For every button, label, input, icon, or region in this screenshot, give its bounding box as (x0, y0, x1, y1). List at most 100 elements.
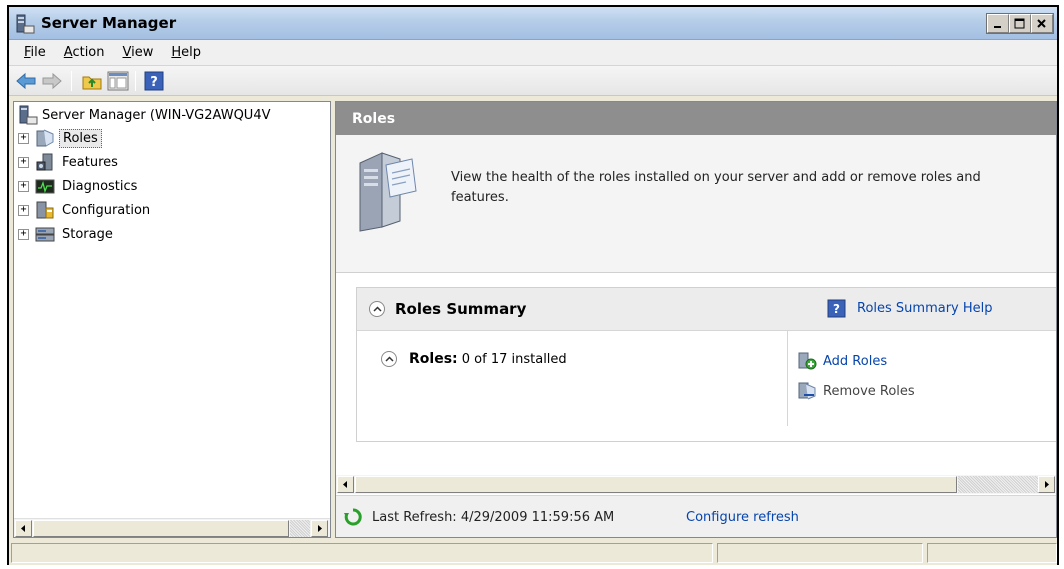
title-bar[interactable]: Server Manager (9, 7, 1057, 40)
menu-help-label: elp (181, 45, 202, 60)
server-icon (19, 105, 38, 125)
tree-root[interactable]: Server Manager (WIN-VG2AWQU4V (18, 105, 326, 125)
tree-horizontal-scrollbar[interactable] (14, 518, 330, 537)
expand-button[interactable]: + (18, 132, 29, 144)
roles-summary-title: Roles Summary (395, 300, 527, 318)
back-arrow-icon[interactable] (15, 71, 37, 91)
menu-action[interactable]: Action (55, 43, 114, 62)
menu-file[interactable]: File (15, 43, 55, 62)
tree-item-label: Features (62, 154, 118, 170)
tree-item-diagnostics[interactable]: + Diagnostics (18, 174, 140, 198)
toolbar-separator (135, 71, 136, 91)
refresh-icon[interactable] (344, 508, 362, 526)
minimize-icon (994, 26, 1001, 28)
last-refresh-text: Last Refresh: 4/29/2009 11:59:56 AM (372, 510, 615, 525)
svg-text:?: ? (150, 75, 158, 90)
scroll-thumb[interactable] (33, 520, 289, 537)
add-roles-label: Add Roles (823, 353, 888, 369)
scroll-left-icon (21, 525, 25, 532)
menu-help[interactable]: Help (162, 43, 210, 62)
roles-status-row: Roles: 0 of 17 installed Add Roles Remov… (357, 331, 1056, 426)
tree-item-label: Storage (62, 226, 113, 242)
collapse-roles-summary-button[interactable] (369, 301, 385, 317)
content-horizontal-scrollbar[interactable] (336, 475, 1056, 494)
expand-button[interactable]: + (18, 228, 29, 240)
menu-action-label: ction (72, 45, 105, 60)
refresh-bar: Last Refresh: 4/29/2009 11:59:56 AM Conf… (336, 495, 1056, 537)
features-icon (36, 153, 53, 171)
scroll-thumb[interactable] (355, 476, 957, 493)
menu-view[interactable]: View (114, 43, 163, 62)
scroll-right-icon (1045, 481, 1049, 488)
server-manager-app-icon (16, 14, 35, 34)
expand-button[interactable]: + (18, 204, 29, 216)
roles-summary-help-link[interactable]: Roles Summary Help (857, 301, 993, 316)
roles-count-value: 0 of 17 installed (461, 352, 567, 367)
roles-label: Roles: (409, 351, 458, 367)
intro-panel: View the health of the roles installed o… (336, 135, 1056, 273)
add-roles-icon (798, 352, 817, 370)
svg-text:?: ? (833, 302, 840, 316)
menu-bar: File Action View Help (9, 40, 1057, 66)
tree-item-label: Configuration (62, 202, 151, 218)
caption-buttons (986, 13, 1054, 34)
window-title: Server Manager (41, 14, 177, 32)
configuration-icon (36, 201, 54, 219)
diagnostics-icon (35, 179, 55, 194)
storage-icon (35, 227, 55, 242)
remove-roles-icon (798, 382, 816, 400)
maximize-button[interactable] (1009, 14, 1031, 33)
toolbar: ? (9, 66, 1057, 96)
tree-item-storage[interactable]: + Storage (18, 222, 116, 246)
scroll-right-button[interactable] (311, 520, 328, 537)
status-panel-main (11, 543, 713, 563)
menu-help-accel: H (171, 45, 182, 60)
tree-item-label: Roles (59, 128, 102, 148)
tree-root-label: Server Manager (WIN-VG2AWQU4V (42, 107, 271, 123)
scroll-right-button[interactable] (1038, 476, 1055, 493)
help-icon[interactable]: ? (143, 71, 165, 91)
toolbar-separator (71, 71, 72, 91)
chevron-up-icon (385, 356, 394, 362)
menu-file-label: ile (30, 45, 46, 60)
remove-roles-label: Remove Roles (823, 383, 915, 399)
expand-button[interactable]: + (18, 156, 29, 168)
roles-summary-header: Roles Summary ? Roles Summary Help (357, 288, 1056, 331)
roles-icon (36, 129, 54, 147)
roles-divider (787, 331, 788, 426)
minimize-button[interactable] (987, 14, 1009, 33)
configure-refresh-link[interactable]: Configure refresh (686, 510, 799, 525)
tree-item-features[interactable]: + Features (18, 150, 121, 174)
add-roles-link[interactable]: Add Roles (797, 351, 887, 371)
maximize-icon (1014, 18, 1025, 29)
expand-button[interactable]: + (18, 180, 29, 192)
help-book-icon[interactable]: ? (827, 299, 846, 318)
page-title: Roles (336, 102, 1056, 135)
scroll-left-icon (343, 481, 347, 488)
navigation-tree: Server Manager (WIN-VG2AWQU4V + Roles + … (13, 101, 331, 538)
tree-item-configuration[interactable]: + Configuration (18, 198, 153, 222)
roles-summary-section: Roles Summary ? Roles Summary Help Roles… (356, 287, 1056, 442)
server-manager-window: Server Manager File Action View Help ? S… (7, 5, 1059, 565)
roles-count-label: Roles: 0 of 17 installed (409, 351, 567, 367)
scroll-left-button[interactable] (337, 476, 354, 493)
scroll-track[interactable] (290, 520, 310, 537)
scroll-track[interactable] (958, 476, 1038, 493)
server-role-graphic (359, 152, 417, 232)
show-hide-tree-icon[interactable] (107, 71, 129, 91)
close-button[interactable] (1031, 14, 1053, 33)
forward-arrow-icon[interactable] (41, 71, 63, 91)
tree-item-roles[interactable]: + Roles (18, 126, 102, 150)
chevron-up-icon (373, 306, 382, 312)
scroll-left-button[interactable] (15, 520, 32, 537)
status-bar (9, 541, 1057, 565)
status-panel-tertiary (927, 543, 1057, 563)
remove-roles-link[interactable]: Remove Roles (797, 381, 915, 401)
status-panel-secondary (717, 543, 923, 563)
collapse-roles-button[interactable] (381, 351, 397, 367)
tree-item-label: Diagnostics (62, 178, 138, 194)
intro-text: View the health of the roles installed o… (451, 170, 981, 205)
up-folder-icon[interactable] (81, 71, 103, 91)
menu-view-label: iew (131, 45, 154, 60)
content-pane: Roles View the health of the roles insta… (335, 101, 1057, 538)
